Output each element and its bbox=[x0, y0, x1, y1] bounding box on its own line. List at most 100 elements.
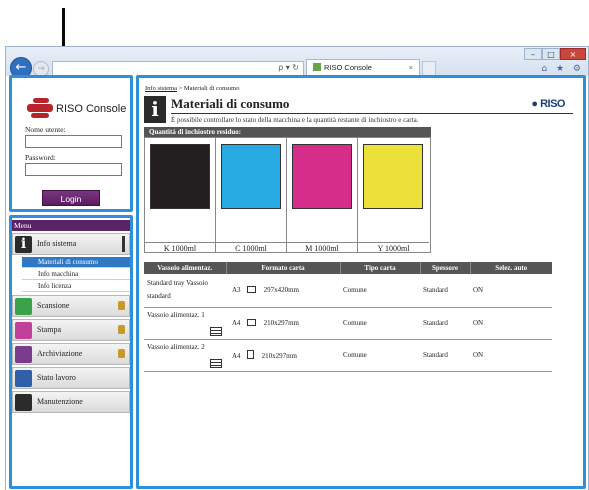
page-description: È possibile controllare lo stato della m… bbox=[171, 116, 419, 124]
table-header-row: Vassoio alimentaz. Formato carta Tipo ca… bbox=[144, 262, 552, 274]
tray-icon bbox=[210, 326, 222, 336]
browser-titlebar: ← → ρ ▾ ↻ RISO Console × – □ × ⌂ ★ ⚙ bbox=[6, 47, 588, 79]
paper-type: Comune bbox=[340, 274, 420, 308]
paper-type: Comune bbox=[340, 339, 420, 372]
ink-section-title: Quantità di inchiostro residuo: bbox=[144, 127, 431, 137]
tab-favicon-icon bbox=[313, 63, 321, 71]
col-header-paper-type: Tipo carta bbox=[340, 262, 421, 274]
menu-item-label: Info sistema bbox=[37, 239, 77, 248]
menu-item-label: Stampa bbox=[37, 325, 61, 334]
paper-size: A3 bbox=[232, 286, 241, 295]
auto-select: ON bbox=[470, 307, 552, 340]
menu-item-info-sistema[interactable]: i Info sistema bbox=[12, 233, 130, 255]
table-row: Vassoio alimentaz. 1 A4 210x297mm Comune … bbox=[144, 307, 552, 340]
paper-landscape-icon bbox=[246, 319, 256, 326]
scan-icon bbox=[15, 298, 32, 315]
menu-header: Menu bbox=[12, 220, 130, 231]
minimize-button[interactable]: – bbox=[524, 48, 542, 60]
menu-item-manutenzione[interactable]: Manutenzione bbox=[12, 391, 130, 413]
breadcrumb: Info sistema > Materiali di consumo bbox=[145, 85, 239, 92]
ink-swatch-c bbox=[221, 144, 281, 209]
paper-size: A4 bbox=[232, 352, 241, 360]
paper-size-cell: A4 210x297mm bbox=[226, 339, 340, 372]
paper-size-cell: A4 210x297mm bbox=[226, 307, 340, 340]
ink-levels-panel: K 1000ml C 1000ml M 1000ml Y 1000ml bbox=[144, 137, 431, 253]
menu-item-label: Manutenzione bbox=[37, 397, 83, 406]
tray-name-cell: Vassoio alimentaz. 1 bbox=[144, 307, 226, 340]
paper-tray-table: Vassoio alimentaz. Formato carta Tipo ca… bbox=[144, 262, 552, 372]
ink-label-k: K 1000ml bbox=[145, 242, 216, 253]
paper-size-cell: A3 297x420mm bbox=[226, 274, 340, 308]
password-label: Password: bbox=[25, 153, 56, 162]
menu-item-label: Stato lavoro bbox=[37, 373, 76, 382]
maximize-button[interactable]: □ bbox=[542, 48, 560, 60]
tray-name: Vassoio alimentaz. 1 bbox=[147, 310, 205, 319]
lock-icon bbox=[118, 325, 125, 334]
brand-text: RISO bbox=[540, 98, 565, 110]
auto-select: ON bbox=[470, 274, 552, 308]
submenu-materiali-di-consumo[interactable]: Materiali di consumo bbox=[22, 257, 130, 268]
window-controls: – □ × bbox=[524, 48, 586, 60]
tab-title: RISO Console bbox=[324, 63, 372, 72]
username-label: Nome utente: bbox=[25, 125, 66, 134]
submenu-info-licenza[interactable]: Info licenza bbox=[22, 281, 130, 292]
job-status-icon bbox=[15, 370, 32, 387]
paper-type: Comune bbox=[340, 307, 420, 340]
page-title: Materiali di consumo bbox=[171, 96, 290, 111]
ink-label-y: Y 1000ml bbox=[358, 242, 429, 253]
ink-label-c: C 1000ml bbox=[216, 242, 287, 253]
tray-name: Vassoio alimentaz. 2 bbox=[147, 342, 205, 351]
menu-item-stato-lavoro[interactable]: Stato lavoro bbox=[12, 367, 130, 389]
info-icon: i bbox=[15, 236, 32, 253]
paper-landscape-icon bbox=[246, 286, 256, 294]
print-icon bbox=[15, 322, 32, 339]
paper-dims: 210x297mm bbox=[261, 352, 297, 360]
title-divider bbox=[171, 113, 573, 114]
col-header-auto-select: Selez. auto bbox=[470, 262, 552, 274]
menu-item-stampa[interactable]: Stampa bbox=[12, 319, 130, 341]
tray-name: Standard tray Vassoio standard bbox=[144, 274, 226, 308]
auto-select: ON bbox=[470, 339, 552, 372]
address-tools[interactable]: ρ ▾ ↻ bbox=[278, 63, 299, 72]
breadcrumb-current: Materiali di consumo bbox=[183, 85, 240, 92]
paper-thickness: Standard bbox=[420, 274, 470, 308]
ink-swatch-y bbox=[363, 144, 423, 209]
col-header-tray: Vassoio alimentaz. bbox=[144, 262, 227, 274]
login-button[interactable]: Login bbox=[42, 190, 100, 206]
lock-icon bbox=[118, 301, 125, 310]
username-field[interactable] bbox=[25, 135, 122, 148]
password-field[interactable] bbox=[25, 163, 122, 176]
paper-dims: 210x297mm bbox=[263, 319, 299, 327]
paper-thickness: Standard bbox=[420, 339, 470, 372]
menu-item-scansione[interactable]: Scansione bbox=[12, 295, 130, 317]
tray-icon bbox=[210, 358, 222, 368]
ink-swatch-m bbox=[292, 144, 352, 209]
col-header-paper-size: Formato carta bbox=[226, 262, 341, 274]
maintenance-icon bbox=[15, 394, 32, 411]
riso-console-logo bbox=[27, 98, 53, 118]
ink-label-m: M 1000ml bbox=[287, 242, 358, 253]
table-row: Vassoio alimentaz. 2 A4 210x297mm Comune … bbox=[144, 339, 552, 372]
submenu-info-macchina[interactable]: Info macchina bbox=[22, 269, 130, 280]
col-header-thickness: Spessore bbox=[420, 262, 471, 274]
tray-name-cell: Vassoio alimentaz. 2 bbox=[144, 339, 226, 372]
page-content: RISO Console Nome utente: Password: Logi… bbox=[5, 75, 587, 489]
paper-thickness: Standard bbox=[420, 307, 470, 340]
paper-size: A4 bbox=[232, 319, 241, 327]
lock-icon bbox=[118, 349, 125, 358]
close-button[interactable]: × bbox=[560, 48, 586, 60]
app-name: RISO Console bbox=[56, 103, 127, 115]
page-info-icon: i bbox=[144, 96, 166, 123]
menu-item-label: Archiviazione bbox=[37, 349, 83, 358]
paper-portrait-icon bbox=[246, 350, 254, 359]
ink-cell-m bbox=[287, 138, 358, 242]
table-row: Standard tray Vassoio standard A3 297x420… bbox=[144, 274, 552, 308]
menu-item-archiviazione[interactable]: Archiviazione bbox=[12, 343, 130, 365]
riso-brand-logo: ● RISO bbox=[531, 98, 565, 110]
tab-close-icon[interactable]: × bbox=[409, 63, 413, 72]
home-favorites-settings-icons[interactable]: ⌂ ★ ⚙ bbox=[541, 64, 584, 74]
breadcrumb-link-info-sistema[interactable]: Info sistema bbox=[145, 85, 177, 92]
ink-cell-c bbox=[216, 138, 287, 242]
breadcrumb-separator: > bbox=[176, 85, 184, 92]
ink-cell-y bbox=[358, 138, 429, 242]
